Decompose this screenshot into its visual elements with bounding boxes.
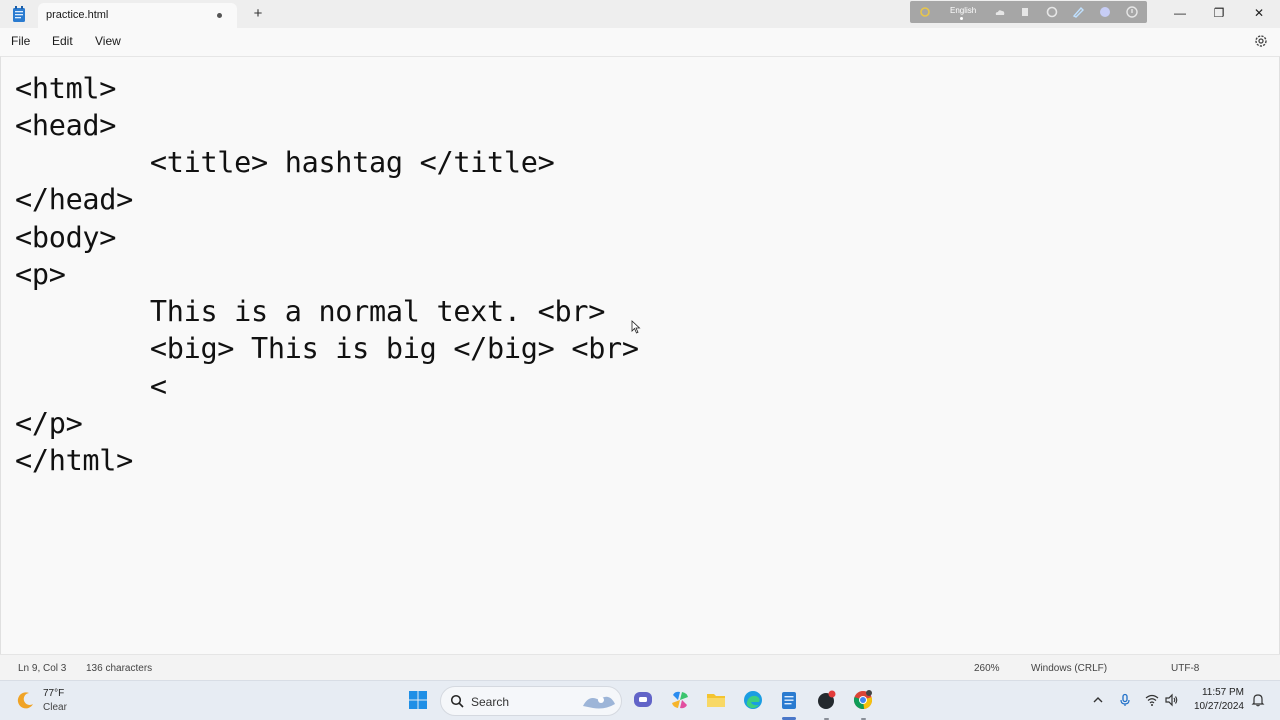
tab-title: practice.html	[46, 9, 109, 21]
tab-practice-html[interactable]: practice.html	[38, 3, 237, 28]
ime-settings-icon[interactable]	[1045, 5, 1059, 19]
code-line: <big> This is big </big> <br>	[15, 332, 639, 365]
wifi-icon[interactable]	[1145, 693, 1159, 707]
menu-edit[interactable]: Edit	[52, 34, 73, 48]
weather-description[interactable]: Clear	[43, 702, 67, 713]
ime-toolbar: English	[910, 1, 1147, 23]
ime-language-dot-icon	[960, 17, 963, 20]
unsaved-indicator-icon[interactable]	[217, 13, 222, 18]
ime-info-icon[interactable]	[1125, 5, 1139, 19]
minimize-button[interactable]: —	[1162, 2, 1198, 24]
new-tab-button[interactable]: +	[250, 5, 266, 23]
cursor-position[interactable]: Ln 9, Col 3	[18, 663, 66, 674]
search-icon	[450, 694, 464, 708]
character-count: 136 characters	[86, 663, 153, 674]
menu-view[interactable]: View	[95, 34, 121, 48]
ime-pen-icon[interactable]	[1071, 5, 1085, 19]
gear-icon[interactable]	[1253, 33, 1269, 49]
menu-file[interactable]: File	[11, 34, 30, 48]
copilot-icon[interactable]	[669, 689, 691, 711]
ime-language-label[interactable]: English	[950, 6, 976, 15]
close-button[interactable]: ✕	[1241, 2, 1277, 24]
zoom-level[interactable]: 260%	[974, 663, 1000, 674]
notepad-icon	[13, 6, 25, 22]
line-ending[interactable]: Windows (CRLF)	[1031, 663, 1107, 674]
code-line: </p>	[15, 407, 83, 440]
weather-temperature[interactable]: 77°F	[43, 688, 64, 699]
status-bar: Ln 9, Col 3 136 characters 260% Windows …	[0, 654, 1280, 680]
code-line: This is a normal text. <br>	[15, 295, 606, 328]
file-explorer-icon[interactable]	[705, 689, 727, 711]
taskbar: 77°F Clear Search 11:57 PM 10/27/2024	[0, 680, 1280, 720]
search-highlight-icon	[583, 696, 615, 709]
code-line: <head>	[15, 109, 117, 142]
mouse-pointer-icon	[631, 320, 641, 334]
code-line: </html>	[15, 444, 134, 477]
code-line: <html>	[15, 72, 117, 105]
notification-bell-icon[interactable]	[1251, 693, 1265, 707]
microphone-icon[interactable]	[1118, 693, 1132, 707]
ime-help-icon[interactable]	[1098, 5, 1112, 19]
chrome-icon[interactable]	[852, 689, 874, 711]
ime-mode-icon[interactable]	[918, 5, 932, 19]
code-line: <p>	[15, 258, 66, 291]
restore-button[interactable]: ❐	[1201, 2, 1237, 24]
moon-icon[interactable]	[16, 690, 36, 710]
teams-chat-icon[interactable]	[632, 689, 654, 711]
ime-cloud-icon[interactable]	[993, 5, 1007, 19]
chevron-up-icon[interactable]	[1091, 693, 1105, 707]
clock-date[interactable]: 10/27/2024	[1190, 701, 1244, 712]
volume-icon[interactable]	[1165, 693, 1179, 707]
text-editor[interactable]: <html> <head> <title> hashtag </title> <…	[0, 56, 1280, 654]
taskbar-search[interactable]: Search	[440, 686, 622, 716]
menu-bar: File Edit View	[0, 28, 1280, 56]
title-bar: practice.html + English — ❐ ✕	[0, 0, 1280, 28]
clock-time[interactable]: 11:57 PM	[1200, 687, 1244, 698]
windows-start-icon[interactable]	[408, 690, 428, 710]
github-desktop-icon[interactable]	[815, 689, 837, 711]
code-line: <body>	[15, 221, 117, 254]
search-label: Search	[471, 695, 510, 709]
code-line: <title> hashtag </title>	[15, 146, 555, 179]
notepad-taskbar-icon[interactable]	[778, 689, 800, 711]
code-line: </head>	[15, 183, 134, 216]
edge-browser-icon[interactable]	[742, 689, 764, 711]
code-line: <	[15, 370, 167, 403]
encoding[interactable]: UTF-8	[1171, 663, 1199, 674]
ime-toolbox-icon[interactable]	[1018, 5, 1032, 19]
